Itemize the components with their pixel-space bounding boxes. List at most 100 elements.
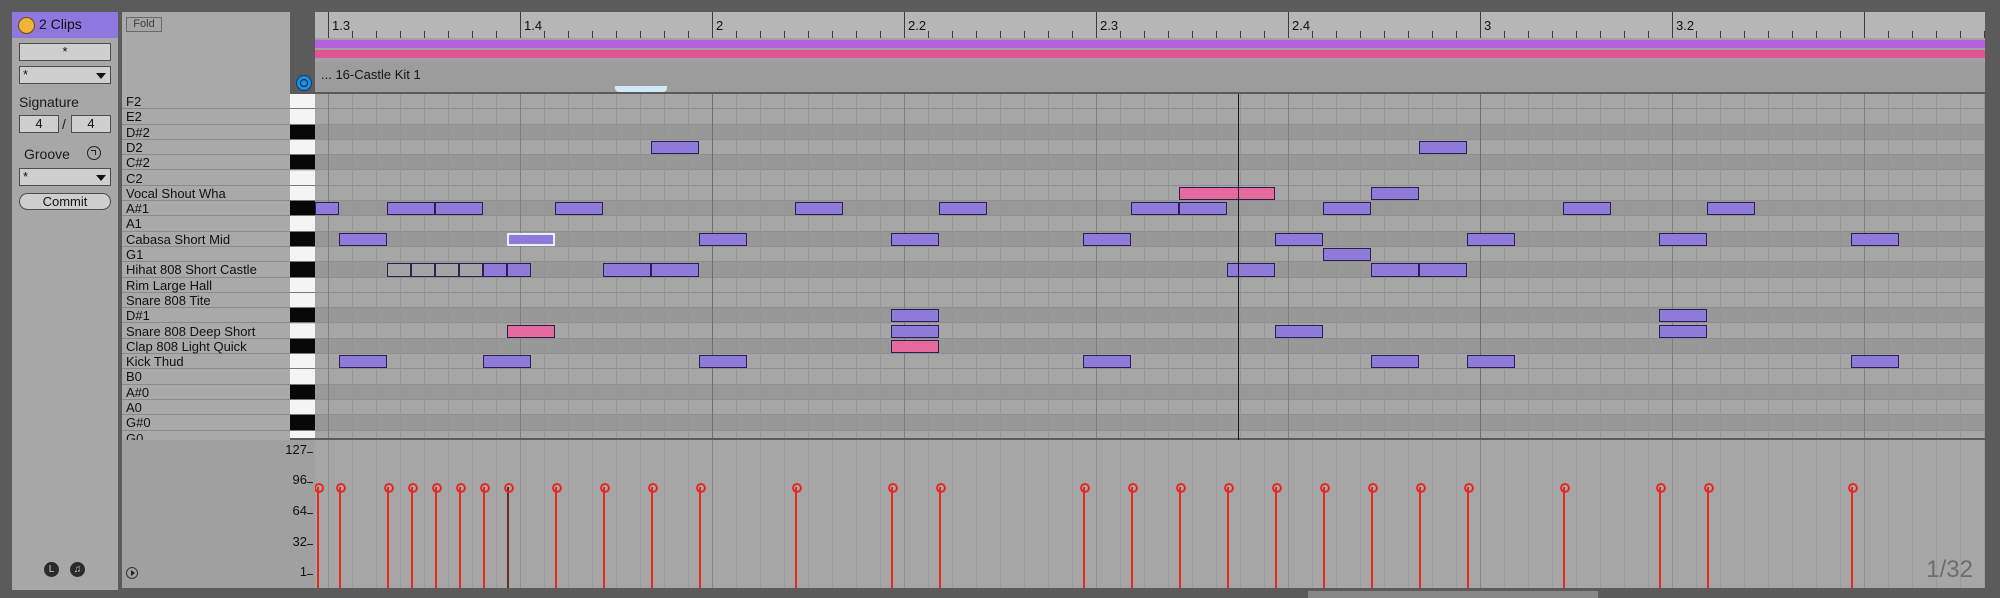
midi-note[interactable] <box>1083 232 1131 246</box>
black-key[interactable] <box>290 415 315 431</box>
white-key[interactable] <box>290 170 315 186</box>
signature-numerator-field[interactable]: 4 <box>19 115 59 133</box>
velocity-bar[interactable] <box>1128 483 1138 588</box>
velocity-handle[interactable] <box>1128 483 1138 494</box>
velocity-bar[interactable] <box>480 483 490 588</box>
velocity-bar[interactable] <box>696 483 706 588</box>
midi-note[interactable] <box>1851 355 1899 369</box>
midi-note[interactable] <box>1659 309 1707 323</box>
velocity-bar[interactable] <box>1416 483 1426 588</box>
horizontal-scrollbar-thumb[interactable] <box>1308 591 1598 598</box>
velocity-handle[interactable] <box>1080 483 1090 494</box>
clip-title-bar[interactable]: 2 Clips <box>12 12 118 38</box>
velocity-bar[interactable] <box>456 483 466 588</box>
notes-icon[interactable]: ♫ <box>70 562 85 577</box>
midi-note[interactable] <box>315 202 339 216</box>
midi-note[interactable] <box>1563 202 1611 216</box>
midi-note[interactable] <box>699 355 747 369</box>
velocity-handle[interactable] <box>1560 483 1570 494</box>
midi-note[interactable] <box>1131 202 1179 216</box>
velocity-bar[interactable] <box>1656 483 1666 588</box>
velocity-bar[interactable] <box>1080 483 1090 588</box>
velocity-bar[interactable] <box>1176 483 1186 588</box>
midi-note[interactable] <box>1371 355 1419 369</box>
black-key[interactable] <box>290 384 315 400</box>
midi-note[interactable] <box>891 324 939 338</box>
velocity-handle[interactable] <box>315 483 324 494</box>
midi-note[interactable] <box>1467 232 1515 246</box>
clip-region-bar[interactable] <box>315 50 1985 58</box>
midi-note[interactable] <box>891 309 939 323</box>
velocity-bar[interactable] <box>1704 483 1714 588</box>
white-key[interactable] <box>290 400 315 416</box>
velocity-bar[interactable] <box>648 483 658 588</box>
midi-note[interactable] <box>699 232 747 246</box>
white-key[interactable] <box>290 277 315 293</box>
midi-note[interactable] <box>651 140 699 155</box>
commit-button[interactable]: Commit <box>19 193 111 210</box>
velocity-bar[interactable] <box>1560 483 1570 588</box>
velocity-handle[interactable] <box>552 483 562 494</box>
clip-region-bar[interactable] <box>315 40 1985 48</box>
velocity-handle[interactable] <box>336 483 346 494</box>
midi-note[interactable] <box>1659 232 1707 246</box>
white-key[interactable] <box>290 323 315 339</box>
midi-note[interactable] <box>939 202 987 216</box>
velocity-bar[interactable] <box>936 483 946 588</box>
black-key[interactable] <box>290 308 315 324</box>
velocity-bar[interactable] <box>1320 483 1330 588</box>
note-selected-pink[interactable] <box>1179 186 1275 201</box>
velocity-bar[interactable] <box>432 483 442 588</box>
velocity-handle[interactable] <box>600 483 610 494</box>
midi-note[interactable] <box>1323 202 1371 216</box>
velocity-handle[interactable] <box>1368 483 1378 494</box>
velocity-handle[interactable] <box>1320 483 1330 494</box>
velocity-bar[interactable] <box>1464 483 1474 588</box>
velocity-handle[interactable] <box>456 483 466 494</box>
velocity-bar[interactable] <box>888 483 898 588</box>
midi-note[interactable] <box>339 355 387 369</box>
midi-note[interactable] <box>387 263 411 277</box>
midi-note[interactable] <box>1707 202 1755 216</box>
velocity-handle[interactable] <box>408 483 418 494</box>
note-selected-pink[interactable] <box>507 324 555 338</box>
black-key[interactable] <box>290 155 315 171</box>
note-selected-pink[interactable] <box>891 339 939 354</box>
velocity-handle[interactable] <box>480 483 490 494</box>
velocity-handle[interactable] <box>1848 483 1858 494</box>
midi-note[interactable] <box>1851 232 1899 246</box>
white-key[interactable] <box>290 139 315 156</box>
midi-note[interactable] <box>435 202 483 216</box>
velocity-handle[interactable] <box>1176 483 1186 494</box>
midi-note[interactable] <box>483 355 531 369</box>
clip-color-dot-icon[interactable] <box>18 17 35 34</box>
midi-note[interactable] <box>483 263 507 277</box>
white-key[interactable] <box>290 94 315 110</box>
velocity-lane[interactable]: 1/32 <box>315 440 1985 588</box>
groove-hot-swap-icon[interactable] <box>87 146 101 160</box>
midi-note[interactable] <box>411 263 435 277</box>
midi-note[interactable] <box>507 263 531 277</box>
midi-note[interactable] <box>507 232 555 246</box>
velocity-bar[interactable] <box>1848 483 1858 588</box>
velocity-handle[interactable] <box>432 483 442 494</box>
velocity-bar[interactable] <box>792 483 802 588</box>
launch-icon[interactable]: L <box>44 562 59 577</box>
white-key[interactable] <box>290 109 315 125</box>
velocity-bar[interactable] <box>600 483 610 588</box>
midi-note[interactable] <box>1659 324 1707 338</box>
velocity-bar[interactable] <box>1368 483 1378 588</box>
midi-note[interactable] <box>1083 355 1131 369</box>
white-key[interactable] <box>290 430 315 438</box>
play-preview-icon[interactable] <box>126 567 138 579</box>
velocity-handle[interactable] <box>384 483 394 494</box>
midi-note[interactable] <box>555 202 603 216</box>
midi-note[interactable] <box>651 263 699 277</box>
white-key[interactable] <box>290 216 315 232</box>
black-key[interactable] <box>290 231 315 247</box>
piano-keyboard[interactable] <box>290 94 315 438</box>
velocity-handle[interactable] <box>1416 483 1426 494</box>
midi-note[interactable] <box>1419 140 1467 155</box>
midi-note[interactable] <box>1323 248 1371 262</box>
white-key[interactable] <box>290 185 315 202</box>
